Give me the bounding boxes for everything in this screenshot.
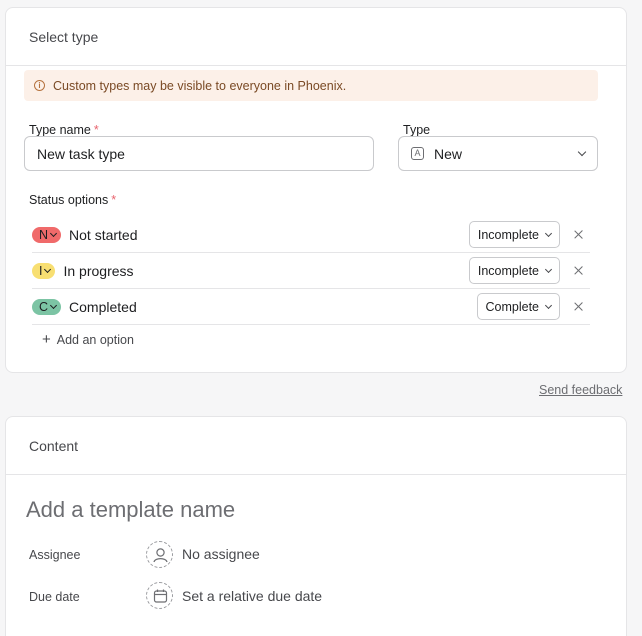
chevron-down-icon bbox=[544, 301, 553, 309]
card-title: Content bbox=[6, 417, 626, 475]
chevron-down-icon bbox=[49, 229, 58, 237]
status-letter: I bbox=[39, 263, 43, 278]
due-date-label: Due date bbox=[29, 590, 80, 604]
template-name-input[interactable]: Add a template name bbox=[26, 497, 235, 523]
status-letter: C bbox=[39, 299, 49, 314]
status-letter: N bbox=[39, 227, 49, 242]
status-state-select[interactable]: Incomplete bbox=[468, 221, 560, 248]
status-state-value: Complete bbox=[485, 299, 540, 314]
status-color-picker[interactable]: I bbox=[32, 262, 56, 279]
chevron-down-icon bbox=[44, 265, 52, 273]
card-title: Select type bbox=[6, 8, 626, 66]
status-row: N Not started Incomplete bbox=[32, 217, 590, 253]
status-row: C Completed Complete bbox=[32, 289, 590, 325]
type-select-value: New bbox=[434, 145, 463, 162]
status-state-select[interactable]: Incomplete bbox=[468, 257, 560, 284]
assignee-value[interactable]: No assignee bbox=[182, 546, 260, 562]
required-mark: * bbox=[93, 123, 99, 137]
type-name-input[interactable] bbox=[24, 136, 374, 171]
status-row: I In progress Incomplete bbox=[32, 253, 590, 289]
chevron-down-icon bbox=[544, 265, 553, 273]
type-label: Type bbox=[403, 123, 431, 137]
status-options-label-text: Status options bbox=[29, 193, 109, 207]
status-color-picker[interactable]: C bbox=[32, 298, 62, 315]
chevron-down-icon bbox=[577, 147, 587, 157]
send-feedback-link[interactable]: Send feedback bbox=[539, 383, 622, 397]
status-state-value: Incomplete bbox=[477, 263, 539, 278]
plus-icon: + bbox=[42, 331, 51, 348]
status-state-select[interactable]: Complete bbox=[476, 293, 560, 320]
chevron-down-icon bbox=[49, 301, 58, 309]
assignee-label: Assignee bbox=[29, 548, 81, 562]
status-label[interactable]: Completed bbox=[69, 299, 137, 315]
add-option-button[interactable]: + Add an option bbox=[42, 331, 134, 348]
avatar-icon[interactable] bbox=[146, 541, 173, 568]
status-options-label: Status options * bbox=[29, 193, 116, 207]
status-state-value: Incomplete bbox=[477, 227, 539, 242]
status-color-picker[interactable]: N bbox=[32, 226, 62, 243]
type-name-label: Type name * bbox=[29, 123, 99, 137]
status-label[interactable]: In progress bbox=[63, 263, 133, 279]
remove-option-icon[interactable] bbox=[570, 226, 588, 244]
type-letter-icon: A bbox=[411, 147, 424, 160]
status-label[interactable]: Not started bbox=[69, 227, 137, 243]
banner-text: Custom types may be visible to everyone … bbox=[53, 78, 347, 93]
calendar-icon[interactable] bbox=[146, 582, 173, 609]
due-date-value[interactable]: Set a relative due date bbox=[182, 588, 322, 604]
type-select[interactable]: A New bbox=[398, 136, 598, 171]
add-option-label: Add an option bbox=[56, 332, 134, 347]
chevron-down-icon bbox=[544, 229, 553, 237]
info-icon: i bbox=[34, 80, 45, 91]
remove-option-icon[interactable] bbox=[570, 262, 588, 280]
info-banner: i Custom types may be visible to everyon… bbox=[24, 70, 598, 101]
type-name-label-text: Type name bbox=[29, 123, 91, 137]
required-mark: * bbox=[111, 193, 117, 207]
remove-option-icon[interactable] bbox=[570, 298, 588, 316]
